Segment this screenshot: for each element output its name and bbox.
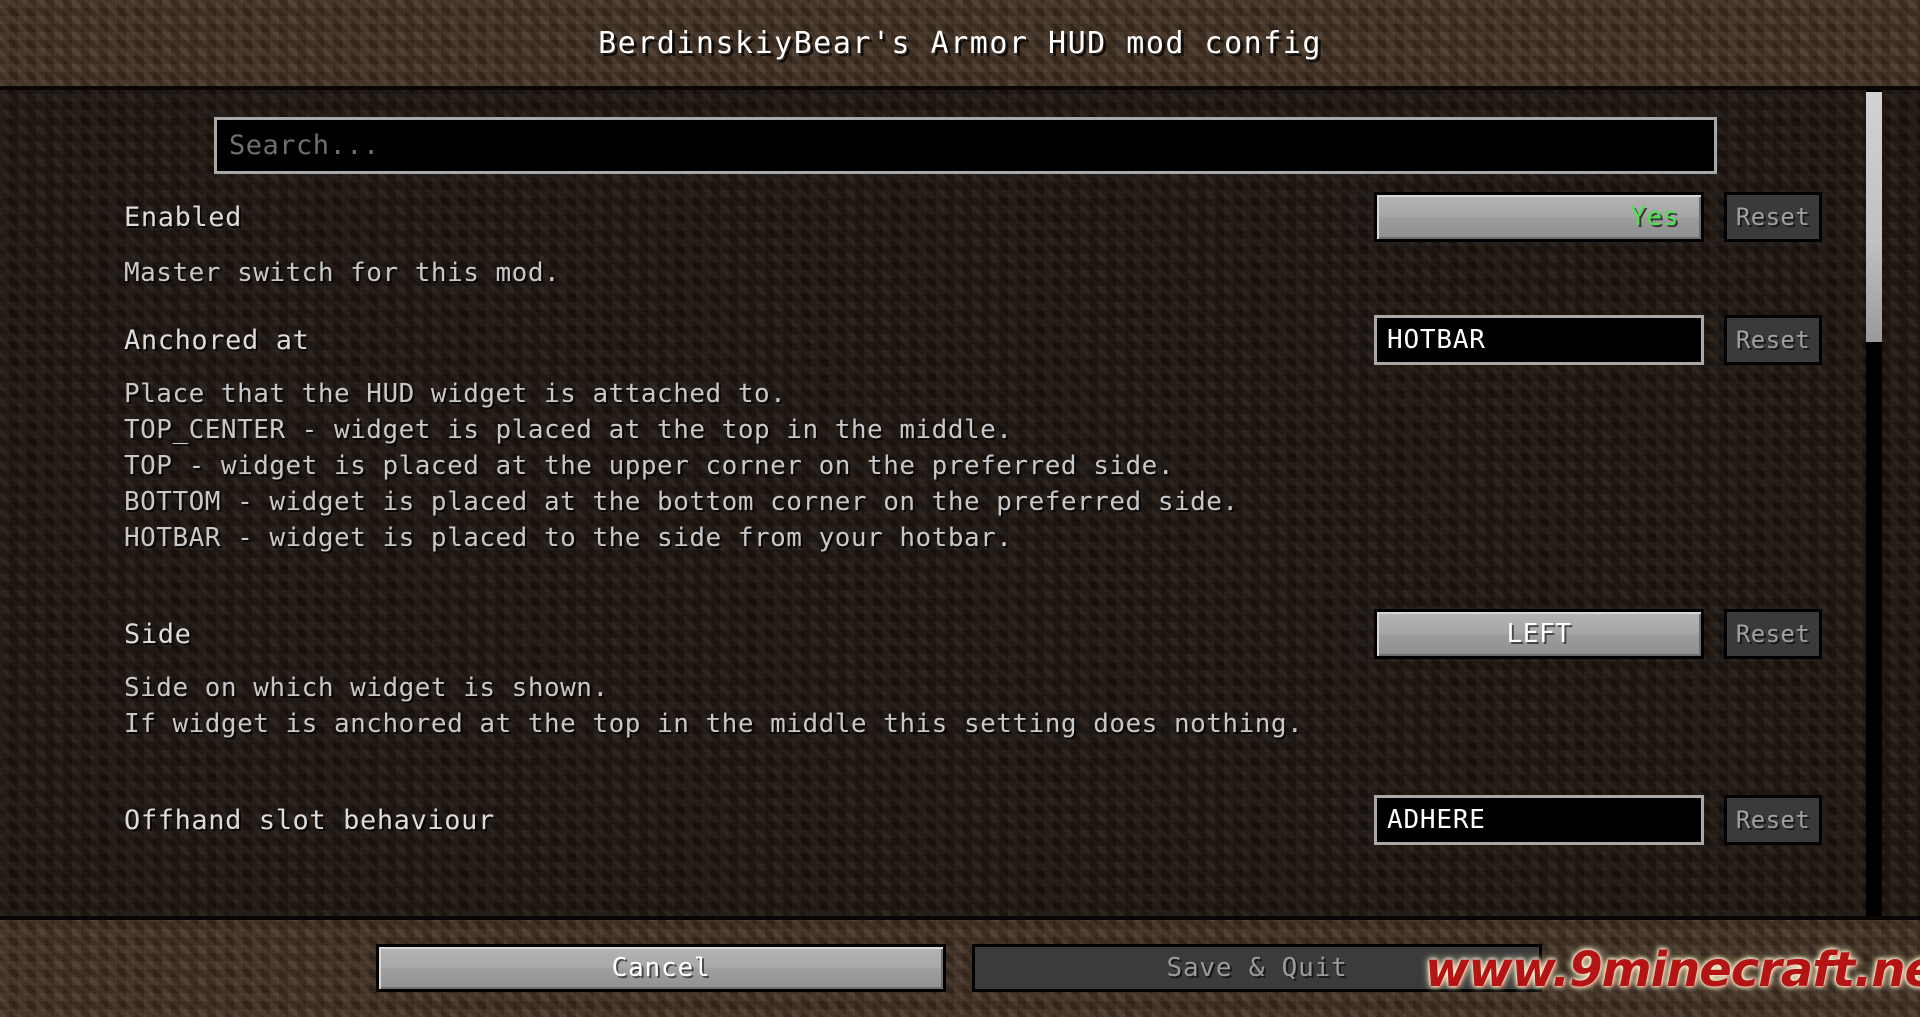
option-label: Enabled	[124, 202, 242, 233]
option-value-side[interactable]: LEFT	[1374, 609, 1704, 659]
site-watermark: www.9minecraft.net	[1425, 942, 1920, 998]
option-description-side: Side on which widget is shown. If widget…	[124, 670, 1303, 742]
search-row	[214, 117, 1717, 174]
description-line: Place that the HUD widget is attached to…	[124, 379, 787, 409]
search-input[interactable]	[214, 117, 1717, 174]
scrollbar-track[interactable]	[1866, 90, 1882, 918]
option-value-enabled[interactable]: Yes	[1374, 192, 1704, 242]
option-row-anchored-at: Anchored at Reset	[0, 313, 1920, 369]
reset-button-enabled[interactable]: Reset	[1724, 192, 1822, 242]
option-label: Side	[124, 619, 192, 650]
description-line: TOP_CENTER - widget is placed at the top…	[124, 415, 1013, 445]
description-line: BOTTOM - widget is placed at the bottom …	[124, 487, 1239, 517]
option-label: Anchored at	[124, 325, 310, 356]
option-description-enabled: Master switch for this mod.	[124, 255, 560, 291]
description-line: Side on which widget is shown.	[124, 673, 609, 703]
option-row-side: Side LEFT Reset	[0, 607, 1920, 663]
scrollbar-thumb[interactable]	[1866, 92, 1882, 342]
window-header: BerdinskiyBear's Armor HUD mod config	[0, 0, 1920, 88]
page-title: BerdinskiyBear's Armor HUD mod config	[598, 26, 1322, 61]
option-value-offhand-slot-behaviour[interactable]	[1374, 795, 1704, 845]
description-line: If widget is anchored at the top in the …	[124, 709, 1304, 739]
option-row-offhand-slot-behaviour: Offhand slot behaviour Reset	[0, 793, 1920, 849]
option-value-anchored-at[interactable]	[1374, 315, 1704, 365]
reset-button-offhand-slot-behaviour[interactable]: Reset	[1724, 795, 1822, 845]
description-line: HOTBAR - widget is placed to the side fr…	[124, 523, 1013, 553]
reset-button-anchored-at[interactable]: Reset	[1724, 315, 1822, 365]
option-label: Offhand slot behaviour	[124, 805, 495, 836]
cancel-button[interactable]: Cancel	[376, 944, 946, 992]
description-line: Master switch for this mod.	[124, 258, 561, 288]
window-footer: Cancel Save & Quit www.9minecraft.net	[0, 920, 1920, 1017]
option-row-enabled: Enabled Yes Reset	[0, 190, 1920, 246]
options-scroll-area[interactable]: Enabled Yes Reset Master switch for this…	[0, 90, 1920, 918]
reset-button-side[interactable]: Reset	[1724, 609, 1822, 659]
mod-config-screen: BerdinskiyBear's Armor HUD mod config En…	[0, 0, 1920, 1017]
option-description-anchored-at: Place that the HUD widget is attached to…	[124, 376, 1239, 556]
description-line: TOP - widget is placed at the upper corn…	[124, 451, 1174, 481]
